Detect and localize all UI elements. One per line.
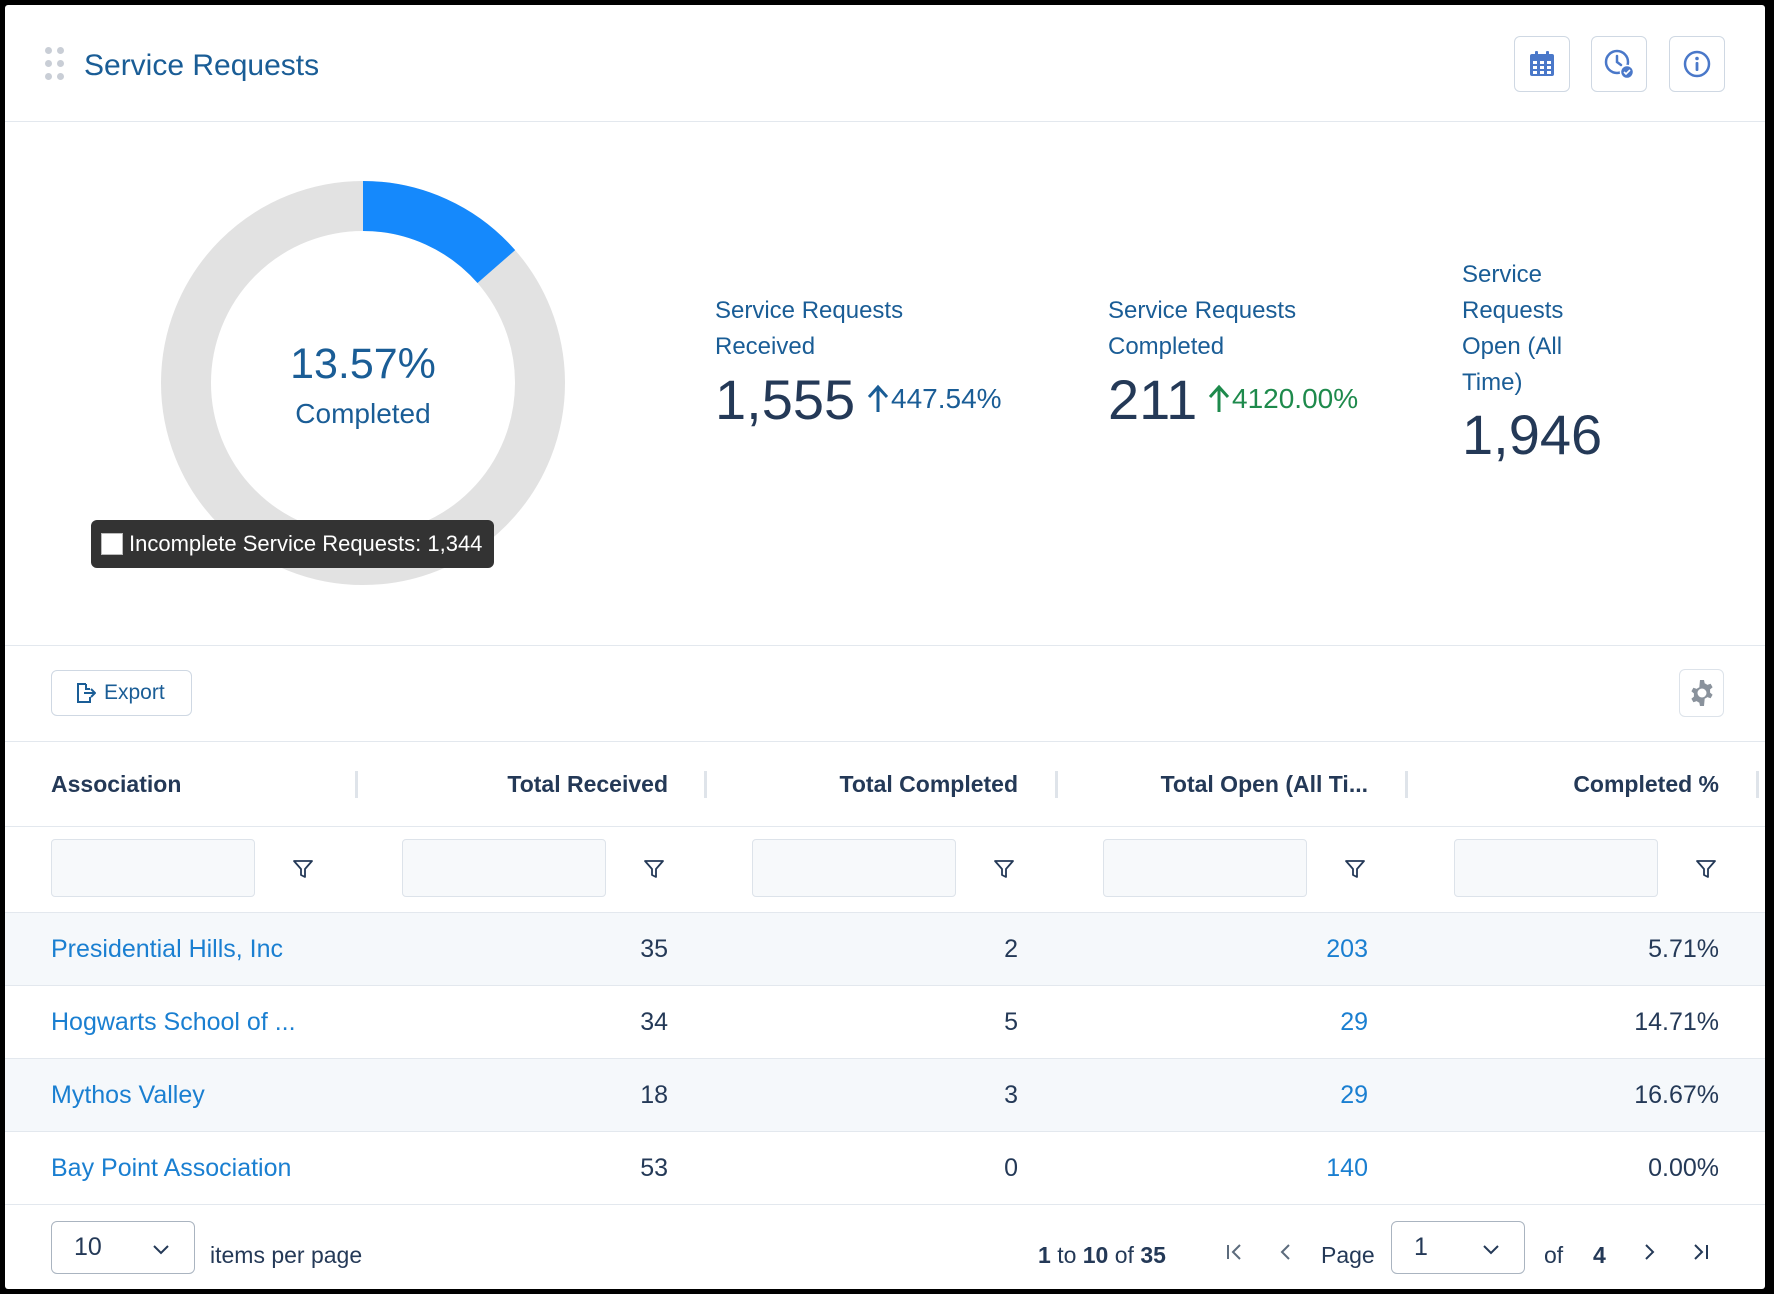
current-page-value: 1 (1414, 1233, 1428, 1261)
tooltip-swatch (101, 533, 123, 555)
column-header-association[interactable]: Association (51, 742, 181, 826)
gear-icon (1690, 680, 1713, 706)
page-size-select[interactable]: 10 (51, 1221, 195, 1274)
first-page-icon[interactable] (1223, 1240, 1247, 1264)
previous-page-icon[interactable] (1274, 1240, 1298, 1264)
total-pages: 4 (1593, 1242, 1606, 1268)
completed-pct-cell: 5.71% (1648, 934, 1719, 963)
info-icon (1683, 50, 1711, 78)
table-row[interactable]: Hogwarts School of ... 34 5 29 14.71% (5, 986, 1765, 1059)
export-label: Export (104, 681, 165, 704)
widget-header: Service Requests (5, 5, 1765, 122)
open-value: 1,946 (1462, 403, 1603, 466)
range-to: to (1057, 1242, 1077, 1268)
open-link[interactable]: 140 (1105, 1132, 1368, 1204)
table-row[interactable]: Bay Point Association 53 0 140 0.00% (5, 1132, 1765, 1205)
info-button[interactable] (1669, 36, 1725, 92)
completed-pct-cell: 14.71% (1634, 1007, 1719, 1036)
column-header-total-completed[interactable]: Total Completed (715, 742, 1018, 826)
column-header-completed-pct[interactable]: Completed % (1415, 742, 1719, 826)
table-header: Association Total Received Total Complet… (5, 741, 1765, 827)
column-resizer[interactable] (1756, 771, 1759, 798)
clock-check-icon (1604, 49, 1635, 80)
table-settings-button[interactable] (1679, 669, 1724, 717)
completed-cell: 5 (1004, 1007, 1018, 1036)
range-of: of (1114, 1242, 1134, 1268)
calendar-button[interactable] (1514, 36, 1570, 92)
received-value: 1,555 (715, 368, 856, 431)
section-divider (5, 645, 1765, 646)
last-page-icon[interactable] (1688, 1240, 1712, 1264)
page-label: Page (1321, 1242, 1375, 1268)
filter-icon[interactable] (993, 858, 1015, 880)
service-requests-widget: Service Requests 13.57% Completed Incomp… (5, 5, 1765, 1289)
page-select[interactable]: 1 (1391, 1221, 1525, 1274)
range-start: 1 (1038, 1242, 1051, 1268)
table-row[interactable]: Presidential Hills, Inc 35 2 203 5.71% (5, 913, 1765, 986)
page-size-value: 10 (74, 1233, 102, 1261)
range-total: 35 (1140, 1242, 1166, 1268)
chevron-down-icon (1483, 1245, 1499, 1255)
completed-pct-cell: 16.67% (1634, 1080, 1719, 1109)
completed-label: Service Requests Completed (1108, 297, 1297, 360)
completion-caption: Completed (295, 398, 431, 429)
completed-pct-filter-input[interactable] (1454, 839, 1658, 897)
association-link[interactable]: Bay Point Association (51, 1132, 291, 1204)
received-cell: 34 (640, 1007, 668, 1036)
completed-cell: 3 (1004, 1080, 1018, 1109)
chevron-down-icon (153, 1245, 169, 1255)
filter-icon[interactable] (643, 858, 665, 880)
items-per-page-label: items per page (210, 1242, 363, 1268)
association-link[interactable]: Mythos Valley (51, 1059, 205, 1131)
received-cell: 35 (640, 934, 668, 963)
filter-icon[interactable] (1344, 858, 1366, 880)
arrow-up-icon (867, 384, 889, 412)
chart-tooltip: Incomplete Service Requests: 1,344 (91, 520, 495, 568)
completed-cell: 0 (1004, 1153, 1018, 1182)
completed-change: 4120.00% (1208, 383, 1358, 415)
filter-row (5, 827, 1765, 913)
export-icon (77, 683, 96, 703)
arrow-up-icon (1208, 384, 1230, 412)
column-resizer[interactable] (355, 771, 358, 798)
export-button[interactable]: Export (51, 670, 192, 716)
drag-handle-icon[interactable] (45, 47, 67, 83)
column-header-total-received[interactable]: Total Received (365, 742, 668, 826)
of-label: of (1544, 1242, 1564, 1268)
open-link[interactable]: 29 (1105, 986, 1368, 1058)
open-link[interactable]: 29 (1105, 1059, 1368, 1131)
column-resizer[interactable] (1055, 771, 1058, 798)
filter-icon[interactable] (1695, 858, 1717, 880)
received-label: Service Requests Received (715, 297, 904, 360)
completed-pct-cell: 0.00% (1648, 1153, 1719, 1182)
received-cell: 53 (640, 1153, 668, 1182)
widget-title: Service Requests (84, 49, 320, 82)
completed-change-value: 4120.00% (1232, 383, 1359, 414)
column-header-total-open[interactable]: Total Open (All Ti... (1065, 742, 1368, 826)
calendar-icon (1530, 51, 1554, 76)
tooltip-text: Incomplete Service Requests: 1,344 (129, 531, 483, 556)
column-resizer[interactable] (1405, 771, 1408, 798)
open-link[interactable]: 203 (1105, 913, 1368, 985)
column-resizer[interactable] (704, 771, 707, 798)
completed-filter-input[interactable] (752, 839, 956, 897)
open-label: Service Requests Open (All Time) (1462, 261, 1564, 396)
association-filter-input[interactable] (51, 839, 255, 897)
received-change: 447.54% (867, 383, 1002, 415)
completion-percent: 13.57% (290, 340, 436, 388)
range-end: 10 (1082, 1242, 1109, 1268)
association-link[interactable]: Presidential Hills, Inc (51, 913, 283, 985)
received-change-value: 447.54% (891, 383, 1002, 414)
association-link[interactable]: Hogwarts School of ... (51, 986, 296, 1058)
completed-value: 211 (1108, 368, 1198, 431)
received-cell: 18 (640, 1080, 668, 1109)
received-filter-input[interactable] (402, 839, 606, 897)
open-filter-input[interactable] (1103, 839, 1307, 897)
range-summary: 1 to 10 of 35 (1038, 1242, 1166, 1269)
completed-cell: 2 (1004, 934, 1018, 963)
history-button[interactable] (1591, 36, 1647, 92)
table-row[interactable]: Mythos Valley 18 3 29 16.67% (5, 1059, 1765, 1132)
filter-icon[interactable] (292, 858, 314, 880)
next-page-icon[interactable] (1637, 1240, 1661, 1264)
